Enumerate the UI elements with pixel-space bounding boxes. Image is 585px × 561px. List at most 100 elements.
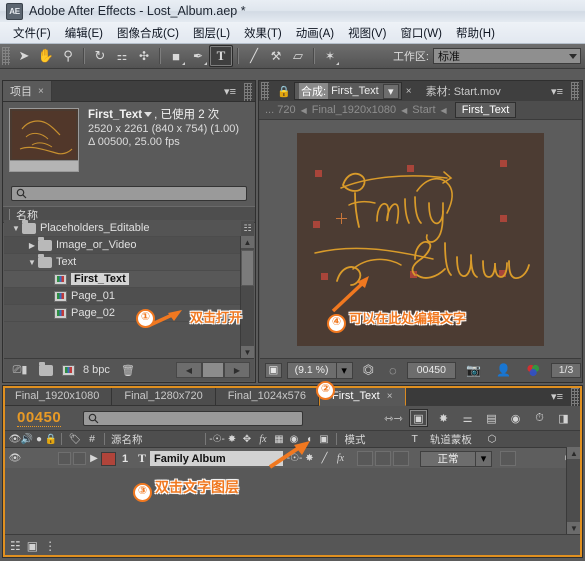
shape-tool[interactable]: ■ (165, 46, 187, 66)
layer-eye-icon[interactable]: 👁 (9, 453, 22, 464)
tree-item-first-text[interactable]: First_Text (4, 271, 254, 288)
nav-next-icon[interactable]: ▶ (224, 362, 250, 378)
project-panel-grip[interactable] (244, 83, 252, 101)
menu-help[interactable]: 帮助(H) (449, 23, 502, 43)
person-icon[interactable]: 👤 (491, 363, 516, 378)
nav-prev-icon[interactable]: ◀ (176, 362, 202, 378)
menu-edit[interactable]: 编辑(E) (58, 23, 110, 43)
layer-name[interactable]: Family Album (150, 451, 283, 466)
menu-composition[interactable]: 图像合成(C) (110, 23, 186, 43)
motion-blur-icon[interactable]: ▤ (483, 410, 500, 426)
scroll-up-icon[interactable]: ▲ (567, 447, 581, 459)
clone-stamp-tool[interactable]: ⚒ (265, 46, 287, 66)
tab-footage-start-mov[interactable]: 素材: Start.mov (420, 83, 507, 99)
toggle-switches-icon[interactable]: ☷ (10, 539, 21, 553)
graph-editor-icon[interactable]: ⋮ (44, 539, 56, 553)
tree-item-image-or-video[interactable]: ▶ Image_or_Video (4, 236, 254, 254)
layer-switch-box[interactable] (393, 451, 409, 466)
layer-track-matte-box[interactable] (500, 451, 516, 466)
close-icon[interactable]: × (38, 86, 44, 97)
twirl-down-icon[interactable]: ▼ (10, 224, 22, 233)
tab-final-1024x576[interactable]: Final_1024x576 (215, 386, 319, 406)
zoom-tool[interactable]: ⚲ (57, 46, 79, 66)
rotation-tool[interactable]: ↻ (89, 46, 111, 66)
graph-editor-icon[interactable]: ◨ (555, 410, 572, 426)
chevron-down-icon[interactable]: ▾ (476, 450, 492, 467)
tree-hierarchy-icon[interactable]: ☷ (241, 221, 254, 236)
scroll-down-icon[interactable]: ▼ (241, 346, 254, 358)
layer-switch-box[interactable] (73, 452, 86, 465)
composition-stage[interactable]: ④ 可以在此处编辑文字 (260, 120, 581, 359)
timeline-body[interactable] (4, 468, 581, 534)
menu-animation[interactable]: 动画(A) (289, 23, 341, 43)
layer-color-swatch[interactable] (101, 451, 116, 466)
tree-item-placeholders[interactable]: ▼ Placeholders_Editable (4, 220, 254, 237)
comp-panel-menu-icon[interactable]: ▾≡ (545, 85, 569, 98)
camera-tool[interactable]: ⚏ (111, 46, 133, 66)
tree-item-page-01[interactable]: Page_01 (4, 288, 254, 305)
menu-file[interactable]: 文件(F) (6, 23, 58, 43)
twirl-down-icon[interactable]: ▼ (26, 258, 38, 267)
layer-expand-icon[interactable]: ▶ (87, 453, 101, 464)
tab-final-1280x720[interactable]: Final_1280x720 (112, 386, 216, 406)
comp-timecode[interactable]: 00450 (406, 361, 457, 379)
render-icon[interactable]: ▣ (27, 539, 38, 553)
scroll-down-icon[interactable]: ▼ (567, 522, 581, 534)
breadcrumb-item-0[interactable]: ... 720 (265, 104, 296, 116)
composition-canvas[interactable]: ④ 可以在此处编辑文字 (297, 133, 544, 346)
brush-tool[interactable]: ╱ (243, 46, 265, 66)
project-panel-menu-icon[interactable]: ▾≡ (218, 81, 242, 101)
puppet-pin-tool[interactable]: ✶ (319, 46, 341, 66)
layer-mode-value[interactable]: 正常 (420, 450, 476, 467)
project-scrollbar[interactable]: ▲ ▼ (240, 236, 254, 358)
layer-switch-box[interactable] (357, 451, 373, 466)
pan-behind-tool[interactable]: ✣ (133, 46, 155, 66)
text-tool[interactable]: T (209, 45, 233, 67)
always-preview-icon[interactable]: ▣ (265, 362, 282, 378)
tree-item-text[interactable]: ▼ Text (4, 253, 254, 271)
breadcrumb-item-2[interactable]: Start (412, 104, 435, 116)
brainstorm-icon[interactable]: ◉ (507, 410, 524, 426)
current-timecode[interactable]: 00450 (17, 409, 62, 427)
menu-effect[interactable]: 效果(T) (237, 23, 289, 43)
breadcrumb-item-1[interactable]: Final_1920x1080 (312, 104, 396, 116)
new-folder-icon[interactable] (36, 361, 56, 377)
mask-visibility-icon[interactable]: ◌ (384, 363, 402, 378)
layer-switch-box[interactable] (375, 451, 391, 466)
channels-icon[interactable] (521, 363, 546, 378)
selection-tool[interactable]: ➤ (13, 46, 35, 66)
chevron-down-icon[interactable]: ▾ (336, 361, 353, 379)
timeline-right-scrollbar[interactable]: ▲ ▼ (566, 447, 581, 534)
chevron-down-icon[interactable]: ▾ (382, 83, 399, 99)
tab-composition-first-text[interactable]: 合成: First_Text ▾ (294, 82, 402, 100)
layer-parent-switch-icon[interactable]: -☉- (287, 453, 303, 464)
menu-window[interactable]: 窗口(W) (393, 23, 449, 43)
hide-shy-layers-icon[interactable]: ✸ (435, 410, 452, 426)
hand-tool[interactable]: ✋ (35, 46, 57, 66)
layer-shy-icon[interactable]: ✸ (302, 453, 317, 464)
menu-layer[interactable]: 图层(L) (186, 23, 237, 43)
scroll-up-icon[interactable]: ▲ (241, 236, 254, 248)
layer-effects-icon[interactable]: fx (332, 453, 349, 464)
bit-depth-button[interactable]: 8 bpc (62, 364, 110, 376)
pen-tool[interactable]: ✒ (187, 46, 209, 66)
layer-quality-icon[interactable]: ╱ (317, 453, 332, 464)
camera-icon[interactable]: 📷 (461, 363, 486, 378)
layer-switch-box[interactable] (58, 452, 71, 465)
resolution-value[interactable]: 1/3 (551, 362, 581, 378)
toolbar-grip[interactable] (2, 47, 10, 65)
project-search-input[interactable] (11, 185, 247, 201)
lock-icon[interactable]: 🔒 (276, 83, 292, 99)
chevron-down-icon[interactable] (144, 112, 153, 118)
twirl-right-icon[interactable]: ▶ (26, 241, 38, 250)
table-row[interactable]: 👁 ▶ 1 T Family Album -☉- ✸ ╱ fx 正常 ▾ ⬢ (3, 448, 582, 470)
auto-keyframe-icon[interactable]: ⏱ (531, 410, 548, 426)
timeline-panel-menu-icon[interactable]: ▾≡ (545, 386, 569, 406)
new-composition-icon[interactable]: ⎚▮ (10, 363, 30, 377)
workspace-dropdown[interactable]: 标准 (433, 48, 581, 64)
draft-3d-icon[interactable]: ▣ (409, 409, 428, 427)
close-icon[interactable]: × (387, 391, 393, 402)
frame-blending-icon[interactable]: ⚌ (459, 410, 476, 426)
close-icon[interactable]: × (406, 86, 412, 97)
zoom-dropdown[interactable]: (9.1 %) ▾ (286, 361, 353, 379)
